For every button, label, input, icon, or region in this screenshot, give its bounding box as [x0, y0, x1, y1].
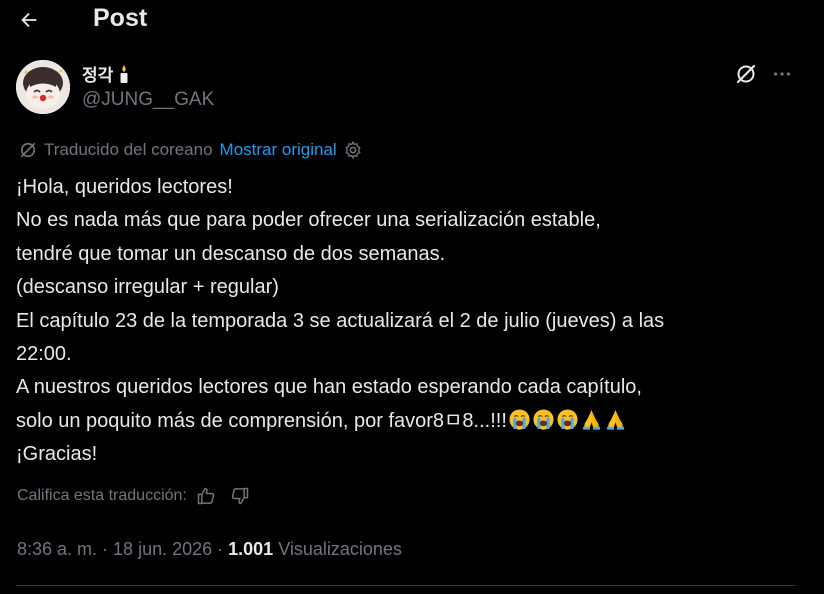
arrow-left-icon	[21, 12, 37, 28]
show-original-link[interactable]: Mostrar original	[220, 140, 337, 160]
post-text: ¡Hola, queridos lectores! No es nada más…	[16, 171, 806, 472]
divider	[16, 585, 796, 586]
thumbs-up-icon	[197, 487, 215, 505]
back-button[interactable]	[14, 6, 44, 34]
post-line: 22:00.	[16, 343, 72, 366]
post-line: tendré que tomar un descanso de dos sema…	[16, 242, 446, 265]
meta-separator: ·	[102, 538, 109, 559]
translated-from-label: Traducido del coreano	[44, 140, 213, 159]
post-line: solo un poquito más de comprensión, por …	[16, 409, 507, 432]
loudly-crying-face-icon	[557, 409, 578, 430]
translation-row: Traducido del coreano Mostrar original	[18, 139, 363, 161]
top-bar: Post	[0, 0, 824, 40]
post-line: ¡Gracias!	[16, 443, 98, 466]
folded-hands-icon	[582, 409, 601, 430]
grok-icon	[736, 64, 756, 84]
thumbs-up-button[interactable]	[196, 486, 216, 506]
post-time[interactable]: 8:36 a. m.	[17, 539, 97, 560]
gear-icon	[345, 141, 361, 159]
author-handle[interactable]: @JUNG__GAK	[82, 89, 214, 111]
views-count[interactable]: 1.001	[228, 539, 273, 560]
author-display-name[interactable]: 정각	[82, 61, 131, 86]
grok-button[interactable]	[732, 60, 760, 88]
rate-translation-row: Califica esta traducción:	[17, 484, 250, 508]
rate-translation-label: Califica esta traducción:	[17, 487, 187, 504]
folded-hands-icon	[606, 409, 625, 430]
loudly-crying-face-icon	[533, 409, 554, 430]
post-date[interactable]: 18 jun. 2026	[113, 539, 212, 560]
post-line: (descanso irregular + regular)	[16, 276, 279, 299]
translate-icon	[20, 142, 36, 158]
post-meta: 8:36 a. m. · 18 jun. 2026 · 1.001 Visual…	[17, 537, 402, 561]
post-line-with-emoji: solo un poquito más de comprensión, por …	[16, 405, 806, 438]
post-line: ¡Hola, queridos lectores!	[16, 176, 233, 198]
avatar[interactable]	[16, 60, 70, 114]
author-name-text: 정각	[82, 66, 114, 85]
more-horizontal-icon	[773, 72, 791, 76]
candle-icon	[120, 64, 128, 83]
post-line: El capítulo 23 de la temporada 3 se actu…	[16, 309, 665, 332]
thumbs-down-button[interactable]	[230, 486, 250, 506]
avatar-image	[16, 60, 70, 114]
translation-settings-button[interactable]	[343, 140, 363, 160]
thumbs-down-icon	[231, 487, 249, 505]
page-title: Post	[93, 4, 148, 32]
meta-separator: ·	[217, 538, 224, 559]
loudly-crying-face-icon	[509, 409, 530, 430]
more-options-button[interactable]	[768, 60, 796, 88]
post-line: No es nada más que para poder ofrecer un…	[16, 209, 601, 232]
post-line: A nuestros queridos lectores que han est…	[16, 376, 642, 399]
views-label[interactable]: Visualizaciones	[278, 539, 402, 560]
